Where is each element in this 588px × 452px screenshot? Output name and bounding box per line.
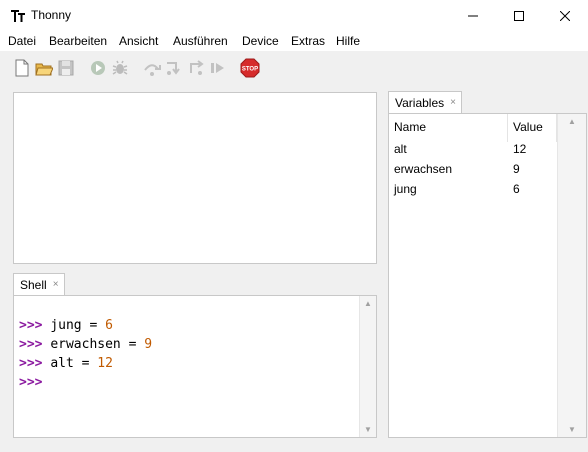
menu-extras[interactable]: Extras [291,34,325,48]
step-over-icon[interactable] [143,59,161,77]
menu-hilfe[interactable]: Hilfe [336,34,360,48]
minimize-button[interactable] [450,0,496,31]
shell-line: >>> alt = 12 [19,356,113,371]
shell-line: >>> jung = 6 [19,318,113,333]
menu-datei[interactable]: Datei [8,34,36,48]
variable-value: 6 [513,182,520,196]
close-window-button[interactable] [542,0,588,31]
tab-shell-label: Shell [20,277,47,292]
close-shell-tab-icon[interactable]: × [53,279,59,290]
menu-bar: Datei Bearbeiten Ansicht Ausführen Devic… [0,31,588,51]
variable-value: 12 [513,142,527,156]
tab-variables[interactable]: Variables × [388,91,462,113]
shell-output: >>> jung = 6 >>> erwachsen = 9 >>> alt =… [19,316,152,392]
variables-panel: Name Value alt 12 erwachsen 9 jung 6 ▲ ▼ [388,113,587,438]
shell-prompt: >>> [19,375,43,390]
new-file-icon[interactable] [13,59,31,77]
step-into-icon[interactable] [165,59,183,77]
save-icon[interactable] [57,59,75,77]
run-icon[interactable] [89,59,107,77]
open-file-icon[interactable] [35,59,53,77]
stop-icon[interactable]: STOP [240,58,260,78]
step-out-icon[interactable] [187,59,205,77]
maximize-button[interactable] [496,0,542,31]
shell-prompt: >>> [19,337,43,352]
shell-prompt: >>> [19,356,43,371]
thonny-logo-icon [11,10,25,22]
code-editor[interactable] [13,92,377,264]
shell-scrollbar[interactable]: ▲ ▼ [359,296,376,437]
variables-scrollbar[interactable]: ▲ ▼ [557,114,586,437]
menu-device[interactable]: Device [242,34,279,48]
shell-panel[interactable]: >>> jung = 6 >>> erwachsen = 9 >>> alt =… [13,295,377,438]
close-variables-tab-icon[interactable]: × [450,97,456,108]
column-header-name[interactable]: Name [394,120,426,134]
toolbar: STOP [0,51,588,83]
tab-shell[interactable]: Shell × [13,273,65,295]
shell-input-line[interactable]: >>> [19,373,152,392]
variable-value: 9 [513,162,520,176]
window-title: Thonny [31,8,72,22]
minimize-icon [468,15,478,16]
resume-icon[interactable] [209,59,227,77]
title-bar: Thonny [0,0,588,31]
scroll-down-icon[interactable]: ▼ [364,425,372,434]
tab-variables-label: Variables [395,95,445,110]
menu-ansicht[interactable]: Ansicht [119,34,158,48]
close-icon [560,10,570,21]
scroll-up-icon[interactable]: ▲ [568,117,576,126]
column-header-value[interactable]: Value [513,120,543,134]
variable-name: jung [394,182,417,196]
menu-ausfuehren[interactable]: Ausführen [173,34,228,48]
column-divider[interactable] [507,114,508,142]
variable-name: alt [394,142,407,156]
menu-bearbeiten[interactable]: Bearbeiten [49,34,107,48]
maximize-icon [514,10,524,21]
scroll-up-icon[interactable]: ▲ [364,299,372,308]
shell-line: >>> erwachsen = 9 [19,337,153,352]
stop-icon-label: STOP [242,67,258,73]
shell-prompt: >>> [19,318,43,333]
variable-name: erwachsen [394,162,453,176]
debug-icon[interactable] [111,59,129,77]
scroll-down-icon[interactable]: ▼ [568,425,576,434]
